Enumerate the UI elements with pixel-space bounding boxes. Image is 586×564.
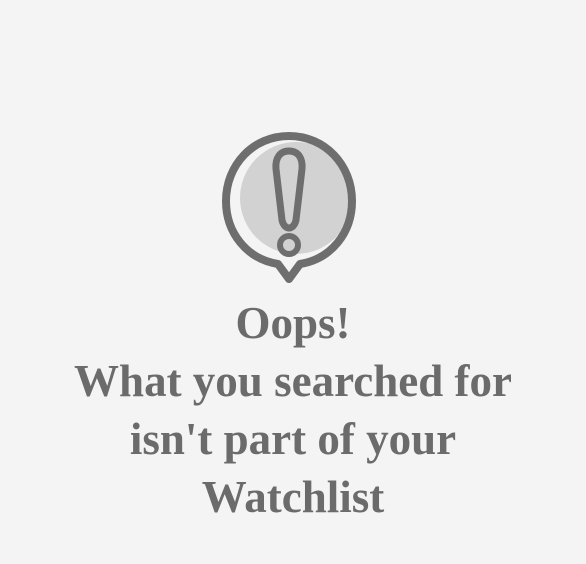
- empty-state-line-2: isn't part of your: [129, 414, 457, 464]
- exclamation-speech-bubble-icon: [222, 132, 356, 283]
- empty-search-result: Oops! What you searched for isn't part o…: [0, 128, 586, 526]
- empty-state-message: Oops! What you searched for isn't part o…: [0, 294, 586, 526]
- empty-state-title: Oops!: [235, 298, 351, 348]
- empty-state-line-1: What you searched for: [74, 356, 512, 406]
- watchlist-search-screen: Oops! What you searched for isn't part o…: [0, 0, 586, 564]
- empty-state-line-3: Watchlist: [201, 472, 385, 522]
